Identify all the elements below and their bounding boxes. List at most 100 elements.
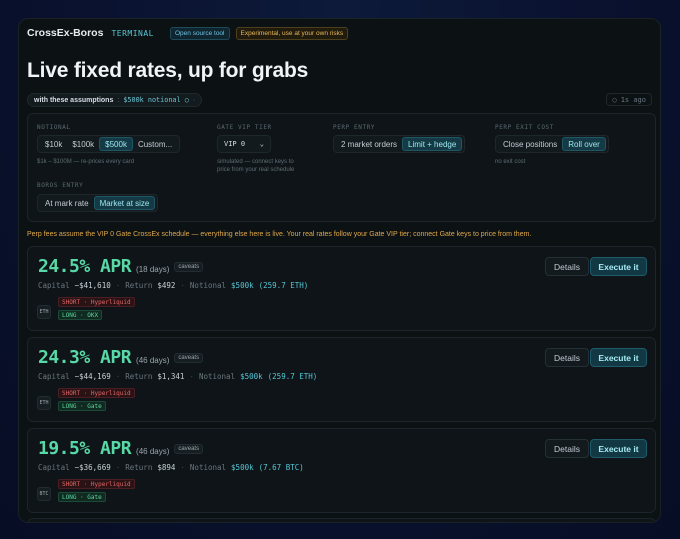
assumptions-separator: :	[117, 96, 120, 104]
perp-exit-close-positions[interactable]: Close positions	[498, 137, 562, 151]
page-title: Live fixed rates, up for grabs	[27, 59, 309, 82]
long-leg-tag: LONG · OKX	[58, 310, 103, 320]
return-value: $492	[157, 281, 176, 290]
caveats-badge[interactable]: caveats	[174, 261, 204, 272]
boros-entry-mark-rate[interactable]: At mark rate	[40, 196, 94, 210]
notional-value: $500k	[231, 463, 254, 472]
vip-hint-line2: price from your real schedule	[217, 167, 295, 173]
short-leg-tag: SHORT · Hyperliquid	[58, 297, 135, 307]
capital-label: Capital	[38, 372, 70, 381]
next-opportunity-card-partial	[27, 518, 656, 522]
clock-icon: ○	[612, 95, 617, 104]
vip-tier-label: GATE VIP TIER	[217, 124, 272, 131]
card-stats: Capital ~$41,610 · Return $492 · Notiona…	[38, 281, 308, 290]
notional-equivalent: (7.67 BTC)	[258, 463, 304, 472]
caveats-badge[interactable]: caveats	[174, 352, 204, 363]
apr-value: 24.3% APR	[38, 347, 132, 368]
vip-tier-value: VIP 0	[224, 140, 246, 148]
coin-icon: BTC	[37, 487, 51, 501]
brand-name: CrossEx-Boros	[27, 27, 104, 39]
chevron-icon: ·	[192, 96, 196, 104]
notional-value: $500k	[231, 281, 254, 290]
notional-stat-label: Notional	[189, 281, 227, 290]
opportunity-card: 24.3% APR (46 days) caveats Capital ~$44…	[27, 337, 656, 422]
notional-option-10k[interactable]: $10k	[40, 137, 67, 151]
short-leg-tag: SHORT · Hyperliquid	[58, 388, 135, 398]
coin-icon: ETH	[37, 396, 51, 410]
perp-exit-label: PERP EXIT COST	[495, 124, 554, 131]
assumptions-panel: NOTIONAL $10k $100k $500k Custom... $1k …	[27, 113, 656, 222]
details-button[interactable]: Details	[545, 348, 589, 367]
perp-entry-label: PERP ENTRY	[333, 124, 376, 131]
terminal-label: TERMINAL	[111, 28, 154, 38]
card-stats: Capital ~$44,169 · Return $1,341 · Notio…	[38, 372, 317, 381]
stat-separator: ·	[189, 372, 194, 381]
chevron-down-icon: ⌄	[259, 140, 264, 148]
stat-separator: ·	[115, 281, 121, 290]
notional-label: NOTIONAL	[37, 124, 71, 131]
return-value: $894	[157, 463, 176, 472]
perp-exit-hint: no exit cost	[495, 159, 526, 165]
perp-exit-selector: Close positions Roll over	[495, 135, 609, 153]
perp-entry-market-orders[interactable]: 2 market orders	[336, 137, 402, 151]
apr-value: 19.5% APR	[38, 438, 132, 459]
capital-label: Capital	[38, 463, 70, 472]
return-label: Return	[125, 281, 153, 290]
details-button[interactable]: Details	[545, 439, 589, 458]
return-label: Return	[125, 372, 153, 381]
boros-entry-selector: At mark rate Market at size	[37, 194, 159, 212]
stat-separator: ·	[180, 281, 185, 290]
last-updated-text: 1s ago	[620, 95, 646, 104]
capital-label: Capital	[38, 281, 70, 290]
notional-equivalent: (259.7 ETH)	[267, 372, 318, 381]
capital-value: ~$44,169	[74, 372, 111, 381]
notional-equivalent: (259.7 ETH)	[258, 281, 309, 290]
notional-option-500k[interactable]: $500k	[99, 137, 133, 151]
vip-hint-line1: simulated — connect keys to	[217, 159, 294, 165]
open-source-badge[interactable]: Open source tool	[169, 26, 230, 40]
execute-button[interactable]: Execute it	[590, 439, 647, 458]
assumptions-label: with these assumptions	[34, 96, 114, 104]
notional-option-custom[interactable]: Custom...	[133, 137, 177, 151]
boros-entry-market-size[interactable]: Market at size	[93, 196, 156, 210]
apr-value: 24.5% APR	[38, 256, 132, 277]
vip-tier-select[interactable]: VIP 0 ⌄	[217, 135, 271, 153]
details-button[interactable]: Details	[545, 257, 589, 276]
caveats-badge[interactable]: caveats	[174, 443, 204, 454]
notional-stat-label: Notional	[198, 372, 236, 381]
experimental-badge: Experimental, use at your own risks	[235, 26, 349, 40]
capital-value: ~$36,669	[74, 463, 111, 472]
fee-notice: Perp fees assume the VIP 0 Gate CrossEx …	[27, 231, 532, 238]
perp-exit-roll-over[interactable]: Roll over	[562, 137, 606, 151]
notional-stat-label: Notional	[189, 463, 227, 472]
notional-selector: $10k $100k $500k Custom...	[37, 135, 181, 153]
execute-button[interactable]: Execute it	[590, 348, 647, 367]
notional-option-100k[interactable]: $100k	[67, 137, 99, 151]
short-leg-tag: SHORT · Hyperliquid	[58, 479, 135, 489]
execute-button[interactable]: Execute it	[590, 257, 647, 276]
duration-days: (18 days)	[136, 265, 170, 274]
duration-days: (46 days)	[136, 356, 170, 365]
stat-separator: ·	[180, 463, 185, 472]
assumptions-bar[interactable]: with these assumptions : $500k notional …	[27, 93, 203, 107]
refresh-timestamp[interactable]: ○ 1s ago	[606, 93, 652, 106]
opportunity-card: 24.5% APR (18 days) caveats Capital ~$41…	[27, 246, 656, 331]
notional-hint: $1k – $100M — re-prices every card	[37, 159, 135, 165]
return-value: $1,341	[157, 372, 185, 381]
long-leg-tag: LONG · Gate	[58, 492, 106, 502]
perp-entry-limit-hedge[interactable]: Limit + hedge	[402, 137, 463, 151]
top-bar: CrossEx-Boros TERMINAL Open source tool …	[27, 25, 349, 41]
card-stats: Capital ~$36,669 · Return $894 · Notiona…	[38, 463, 304, 472]
coin-icon: ETH	[37, 305, 51, 319]
long-leg-tag: LONG · Gate	[58, 401, 106, 411]
stat-separator: ·	[115, 463, 121, 472]
duration-days: (46 days)	[136, 447, 170, 456]
notional-value: $500k	[240, 372, 263, 381]
perp-entry-selector: 2 market orders Limit + hedge	[333, 135, 466, 153]
assumptions-value: $500k notional ○	[123, 96, 189, 104]
stat-separator: ·	[115, 372, 121, 381]
opportunity-card: 19.5% APR (46 days) caveats Capital ~$36…	[27, 428, 656, 513]
return-label: Return	[125, 463, 153, 472]
capital-value: ~$41,610	[74, 281, 111, 290]
boros-entry-label: BOROS ENTRY	[37, 182, 84, 189]
